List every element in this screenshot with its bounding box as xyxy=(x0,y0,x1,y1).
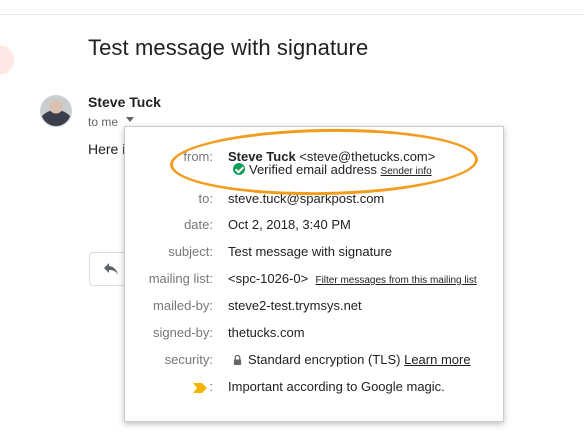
mailed-by-label: mailed-by: xyxy=(153,298,213,313)
mailed-by-value: steve2-test.trymsys.net xyxy=(228,298,362,313)
from-label: from: xyxy=(183,149,213,164)
mailing-list-id: <spc-1026-0> xyxy=(228,271,309,286)
message-details-popup: from: Steve Tuck <steve@thetucks.com> Ve… xyxy=(124,126,504,422)
details-row-importance: : Important according to Google magic. xyxy=(125,379,503,399)
details-row-signed-by: signed-by: thetucks.com xyxy=(125,325,503,345)
details-row-subject: subject: Test message with signature xyxy=(125,244,503,264)
to-value: steve.tuck@sparkpost.com xyxy=(228,191,385,206)
details-row-mailing-list: mailing list: <spc-1026-0> Filter messag… xyxy=(125,271,503,291)
details-row-to: to: steve.tuck@sparkpost.com xyxy=(125,191,503,211)
verified-text: Verified email address xyxy=(249,162,377,177)
subject-value: Test message with signature xyxy=(228,244,393,259)
signed-by-value: thetucks.com xyxy=(228,325,305,340)
date-value: Oct 2, 2018, 3:40 PM xyxy=(228,217,351,232)
reply-icon xyxy=(104,263,118,275)
mailing-list-label: mailing list: xyxy=(148,271,213,286)
divider xyxy=(0,14,584,15)
importance-marker-icon xyxy=(193,383,207,393)
security-label: security: xyxy=(164,352,213,367)
verified-check-icon xyxy=(233,163,245,175)
subject-label: subject: xyxy=(168,244,213,259)
details-row-mailed-by: mailed-by: steve2-test.trymsys.net xyxy=(125,298,503,318)
verified-sender: Verified email address Sender info xyxy=(233,162,432,177)
security-text: Standard encryption (TLS) xyxy=(248,352,401,367)
to-label: to: xyxy=(198,191,213,206)
learn-more-link[interactable]: Learn more xyxy=(404,352,470,367)
filter-mailing-list-link[interactable]: Filter messages from this mailing list xyxy=(315,275,476,286)
email-body-snippet: Here i xyxy=(88,141,126,157)
security-value: Standard encryption (TLS) Learn more xyxy=(233,352,471,367)
sidebar-edge-indicator xyxy=(0,45,14,75)
sender-name[interactable]: Steve Tuck xyxy=(88,94,161,110)
recipient-summary[interactable]: to me xyxy=(88,115,118,129)
sender-info-link[interactable]: Sender info xyxy=(381,166,432,177)
importance-label: : xyxy=(209,379,213,394)
email-subject-title: Test message with signature xyxy=(88,35,369,60)
sender-avatar[interactable] xyxy=(40,95,72,127)
mailing-list-value: <spc-1026-0> Filter messages from this m… xyxy=(228,271,477,286)
date-label: date: xyxy=(184,217,213,232)
reply-button[interactable] xyxy=(89,252,129,286)
dropdown-caret-icon[interactable] xyxy=(126,117,134,122)
importance-value: Important according to Google magic. xyxy=(228,379,445,394)
details-row-date: date: Oct 2, 2018, 3:40 PM xyxy=(125,217,503,237)
signed-by-label: signed-by: xyxy=(153,325,213,340)
details-row-security: security: Standard encryption (TLS) Lear… xyxy=(125,352,503,372)
lock-icon xyxy=(233,355,242,365)
